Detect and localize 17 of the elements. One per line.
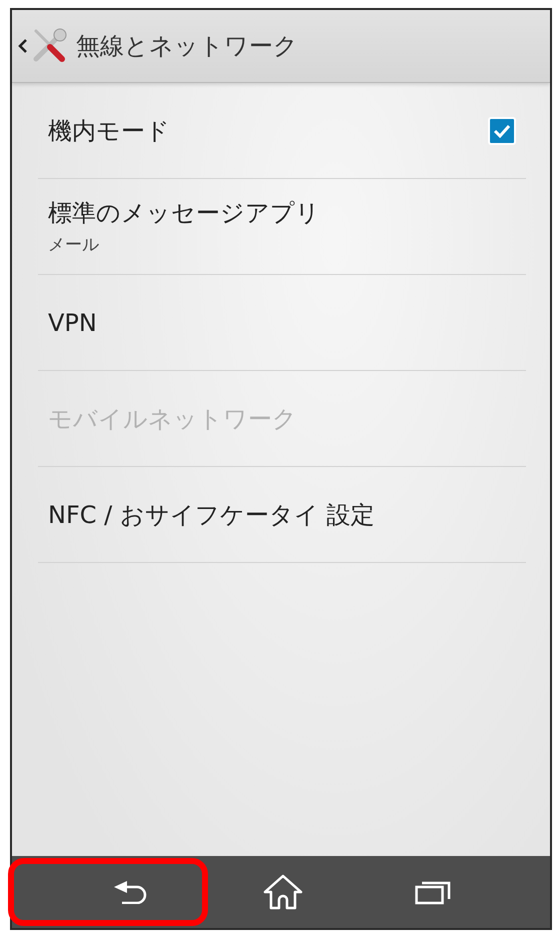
item-title: NFC / おサイフケータイ 設定 <box>48 500 374 530</box>
settings-item[interactable]: 標準のメッセージアプリ メール <box>38 179 526 275</box>
chevron-left-icon <box>18 38 28 54</box>
screen-title: 無線とネットワーク <box>76 31 298 62</box>
check-icon <box>493 124 511 138</box>
item-subtitle: メール <box>48 234 100 256</box>
item-title: 機内モード <box>48 116 170 146</box>
settings-item[interactable]: VPN <box>38 275 526 371</box>
settings-item[interactable]: 機内モード <box>38 83 526 179</box>
home-icon <box>263 874 303 910</box>
checkbox[interactable] <box>488 116 516 144</box>
settings-item[interactable]: NFC / おサイフケータイ 設定 <box>38 467 526 563</box>
item-title: VPN <box>48 308 97 336</box>
item-title: 標準のメッセージアプリ <box>48 198 320 229</box>
up-button[interactable] <box>18 27 68 65</box>
recents-icon <box>415 879 451 905</box>
back-icon <box>113 880 149 904</box>
